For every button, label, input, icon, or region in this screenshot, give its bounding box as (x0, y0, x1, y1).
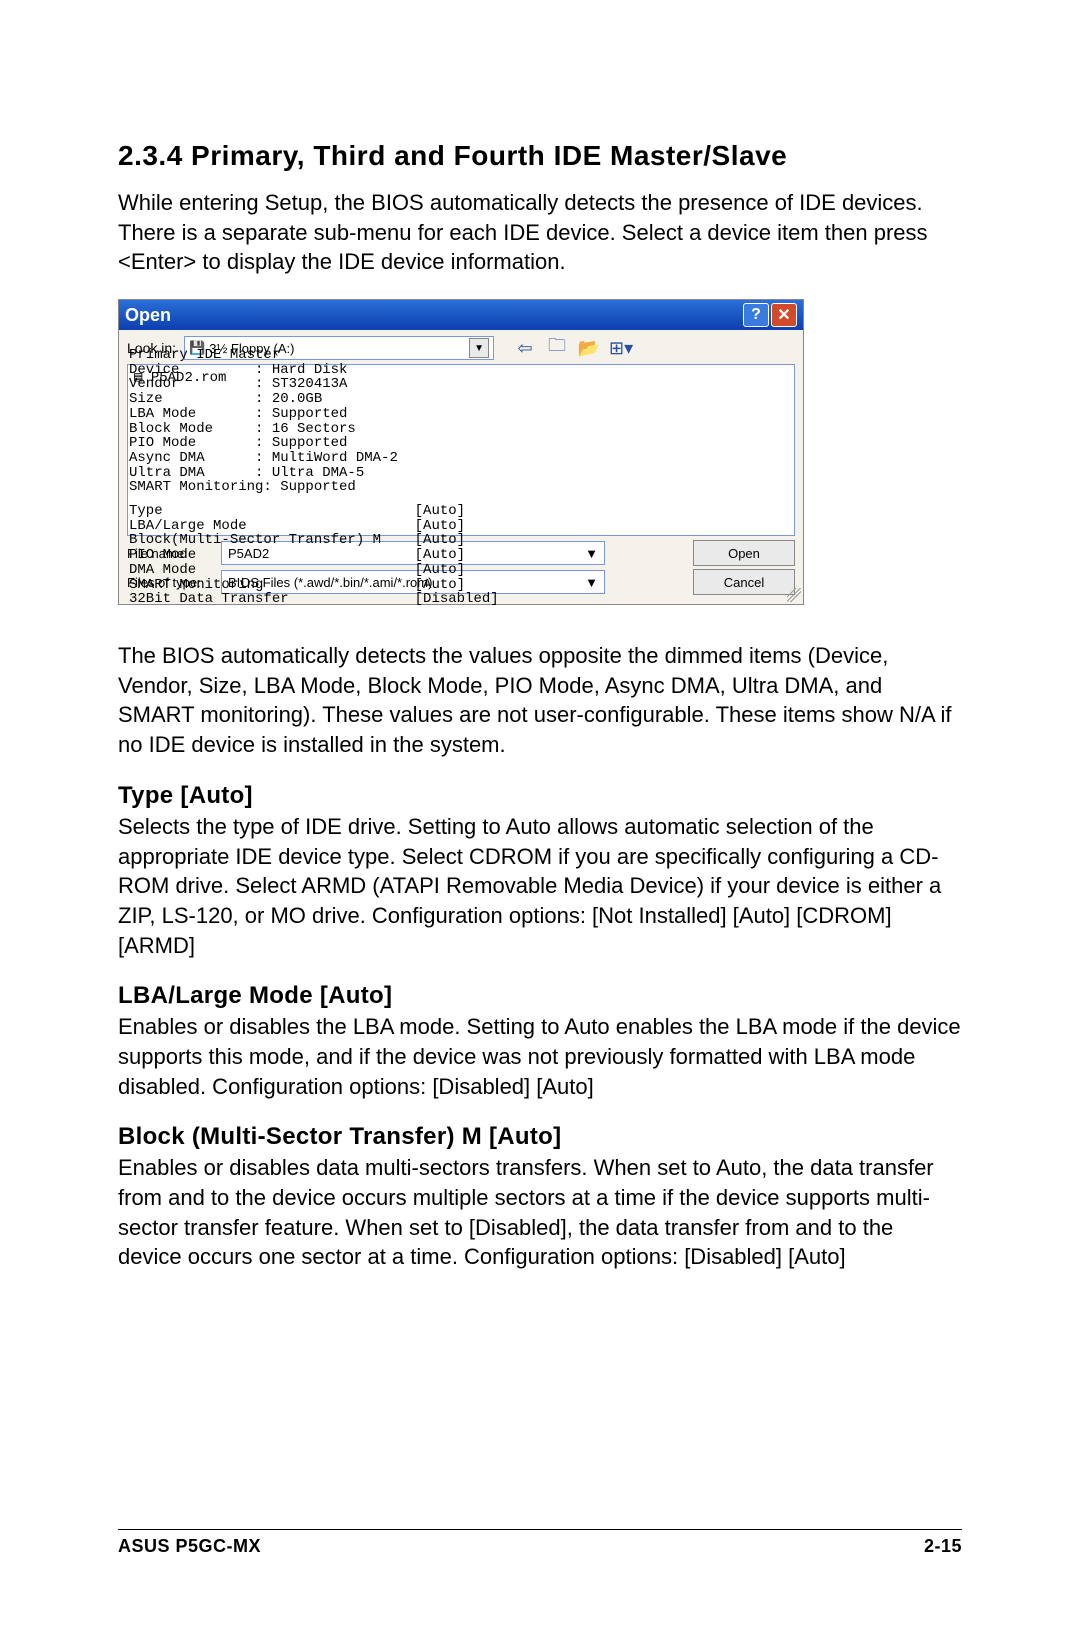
page-footer: ASUS P5GC-MX 2-15 (118, 1529, 962, 1557)
chevron-down-icon[interactable]: ▼ (585, 575, 598, 590)
cancel-button[interactable]: Cancel (693, 569, 795, 595)
block-heading: Block (Multi-Sector Transfer) M [Auto] (118, 1123, 962, 1151)
chevron-down-icon[interactable]: ▼ (585, 546, 598, 561)
intro-paragraph: While entering Setup, the BIOS automatic… (118, 188, 962, 277)
lba-heading: LBA/Large Mode [Auto] (118, 982, 962, 1010)
new-folder-icon[interactable]: 📂 (578, 337, 600, 359)
window-title: Open (125, 305, 171, 326)
resize-grip-icon (787, 588, 801, 602)
open-button[interactable]: Open (693, 540, 795, 566)
screenshot-open-dialog: Open ? ✕ Look in: 💾 3½ Floppy (A:) ▼ ⇦ 🗀 (118, 299, 804, 605)
bios-settings-block: Type [Auto] LBA/Large Mode [Auto] Block(… (129, 504, 499, 607)
back-icon[interactable]: ⇦ (514, 337, 536, 359)
bios-info-block: Primary IDE Master Device : Hard Disk Ve… (129, 348, 398, 495)
views-icon[interactable]: ⊞▾ (610, 337, 632, 359)
lba-paragraph: Enables or disables the LBA mode. Settin… (118, 1012, 962, 1101)
section-heading: 2.3.4 Primary, Third and Fourth IDE Mast… (118, 140, 962, 172)
help-button[interactable]: ? (743, 303, 769, 327)
after-screenshot-paragraph: The BIOS automatically detects the value… (118, 641, 962, 760)
window-titlebar: Open ? ✕ (119, 300, 803, 330)
footer-left: ASUS P5GC-MX (118, 1536, 261, 1557)
footer-right: 2-15 (924, 1536, 962, 1557)
chevron-down-icon[interactable]: ▼ (469, 338, 489, 358)
close-button[interactable]: ✕ (771, 303, 797, 327)
type-heading: Type [Auto] (118, 782, 962, 810)
block-paragraph: Enables or disables data multi-sectors t… (118, 1153, 962, 1272)
up-folder-icon[interactable]: 🗀 (546, 337, 568, 359)
type-paragraph: Selects the type of IDE drive. Setting t… (118, 812, 962, 960)
